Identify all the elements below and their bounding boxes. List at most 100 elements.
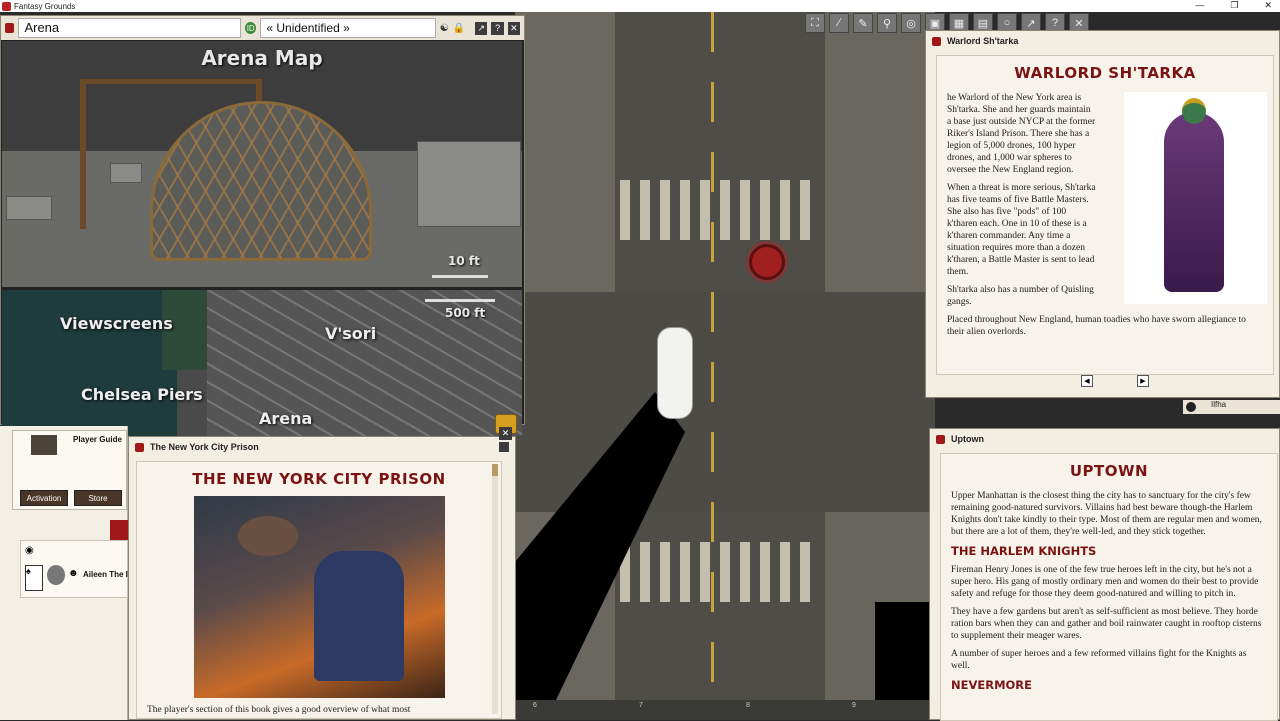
portrait-body [1164, 112, 1224, 292]
uptown-window: Uptown UPTOWN Upper Manhattan is the clo… [929, 428, 1280, 721]
story-content: WARLORD SH'TARKA he Warlord of the New Y… [936, 55, 1274, 375]
story-heading: UPTOWN [1069, 462, 1149, 480]
page-nav: ◀ ▶ [1081, 375, 1149, 387]
map-sidewalk [825, 12, 935, 292]
ruler-tick: 6 [533, 702, 537, 709]
story-heading: THE NEW YORK CITY PRISON [192, 470, 446, 488]
arena-image-window: Arena ID « Unidentified » ☯ 🔒 ↗ ? ✕ Aren… [0, 15, 525, 436]
story-paragraph: Sh'tarka also has a number of Quisling g… [947, 285, 1094, 307]
record-icon [5, 23, 15, 33]
arena-map-image[interactable]: Arena Map 10 ft [2, 41, 522, 287]
lock-icon[interactable]: 🔒 [453, 23, 465, 34]
party-list: ◉ ♠ ☻ Aileen The I [20, 540, 128, 598]
close-window-icon[interactable]: ✕ [507, 21, 520, 35]
prev-page-icon[interactable]: ◀ [1081, 375, 1093, 387]
window-title: The New York City Prison [150, 442, 259, 452]
arena-window-header: Arena ID « Unidentified » ☯ 🔒 ↗ ? ✕ [1, 16, 524, 40]
arena-dome [150, 101, 372, 261]
help-icon[interactable]: ? [491, 21, 504, 35]
ruler-tick: 7 [639, 702, 643, 709]
warlord-portrait [1124, 92, 1267, 304]
map-sidewalk [515, 12, 615, 292]
pointer-tool-icon[interactable]: ∕ [829, 13, 849, 33]
ruler-tick: 9 [852, 702, 856, 709]
story-subheading: NEVERMORE [951, 678, 1033, 692]
city-label: Viewscreens [60, 314, 173, 333]
story-record-icon [135, 442, 144, 452]
story-record-icon [932, 36, 941, 46]
next-page-icon[interactable]: ▶ [1137, 375, 1149, 387]
arena-map-title: Arena Map [201, 46, 323, 70]
story-paragraph: he Warlord of the New York area is Sh'ta… [947, 93, 1096, 175]
nyc-prison-window: The New York City Prison THE NEW YORK CI… [128, 436, 516, 720]
story-content: THE NEW YORK CITY PRISON The player's se… [136, 461, 502, 719]
activation-button[interactable]: Activation [20, 490, 68, 506]
share-icon[interactable]: ☯ [440, 23, 449, 34]
window-title: Uptown [951, 434, 984, 444]
arena-beam [80, 79, 260, 84]
app-title: Fantasy Grounds [14, 1, 76, 11]
arena-crate [6, 196, 52, 220]
city-label: Chelsea Piers [81, 385, 203, 404]
window-header: Uptown [930, 429, 1279, 449]
story-paragraph: A number of super heroes and a few refor… [951, 649, 1247, 671]
hero-figure [313, 551, 404, 681]
crosswalk [620, 542, 810, 602]
ruler-tick: 8 [746, 702, 750, 709]
fullscreen-icon[interactable]: ⛶ [805, 13, 825, 33]
tag-icon [1186, 402, 1196, 412]
map-ruler: 6 7 8 9 [515, 700, 935, 720]
player-guide-label[interactable]: Player Guide [73, 435, 122, 444]
expand-icon[interactable]: ↗ [475, 21, 488, 35]
red-tab[interactable] [110, 520, 128, 542]
story-artwork [193, 496, 445, 698]
close-icon[interactable]: ✕ [1264, 0, 1272, 11]
eye-icon[interactable]: ◉ [25, 545, 34, 556]
story-paragraph: The player's section of this book gives … [147, 705, 411, 715]
story-heading: WARLORD SH'TARKA [1014, 64, 1196, 82]
lane-markings [711, 12, 714, 720]
story-paragraph: Upper Manhattan is the closest thing the… [951, 491, 1262, 537]
close-window-icon[interactable]: ✕ [499, 427, 512, 440]
story-record-icon [936, 434, 945, 444]
restore-icon[interactable]: ❐ [1230, 0, 1238, 11]
story-paragraph: When a threat is more serious, Sh'tarka … [947, 183, 1096, 277]
unidentified-name-field[interactable]: « Unidentified » [260, 18, 436, 38]
story-paragraph: Placed throughout New England, human toa… [947, 315, 1246, 337]
story-content: UPTOWN Upper Manhattan is the closest th… [940, 453, 1278, 721]
arena-block [417, 141, 521, 227]
story-subheading: THE HARLEM KNIGHTS [951, 544, 1097, 558]
link-icon[interactable] [499, 442, 509, 452]
character-name[interactable]: Aileen The I [83, 570, 128, 579]
tactical-map[interactable]: 6 7 8 9 [515, 12, 935, 720]
minimize-icon[interactable]: — [1195, 0, 1204, 11]
floating-tag[interactable]: Ilfha [1183, 400, 1280, 414]
identify-icon[interactable]: ID [245, 22, 257, 34]
card-icon[interactable]: ♠ [25, 565, 43, 591]
window-header: Warlord Sh'tarka [926, 31, 1279, 51]
scale-bar [425, 299, 495, 302]
scrollbar-thumb[interactable] [492, 464, 498, 476]
city-map-image[interactable]: 500 ft Viewscreens V'sori Chelsea Piers … [2, 290, 522, 436]
character-token[interactable] [749, 244, 785, 280]
book-icon [31, 435, 57, 455]
scale-label-small: 10 ft [448, 254, 480, 268]
vision-shadow [875, 602, 935, 702]
target-tool-icon[interactable]: ◎ [901, 13, 921, 33]
zoom-tool-icon[interactable]: ⚲ [877, 13, 897, 33]
crosswalk [620, 180, 810, 240]
mask-icon[interactable]: ☻ [68, 568, 79, 579]
store-button[interactable]: Store [74, 490, 122, 506]
tag-label: Ilfha [1211, 400, 1227, 409]
app-icon [2, 1, 11, 11]
scrollbar[interactable] [492, 464, 498, 714]
warlord-window: Warlord Sh'tarka WARLORD SH'TARKA he War… [925, 30, 1280, 398]
portrait-head [1182, 98, 1206, 124]
paint-tool-icon[interactable]: ✎ [853, 13, 873, 33]
scale-bar [432, 275, 488, 278]
drone-figure [237, 516, 298, 556]
river-area [2, 290, 177, 436]
arena-name-field[interactable]: Arena [18, 18, 242, 38]
story-paragraph: Fireman Henry Jones is one of the few tr… [951, 565, 1259, 599]
avatar[interactable] [47, 565, 65, 585]
